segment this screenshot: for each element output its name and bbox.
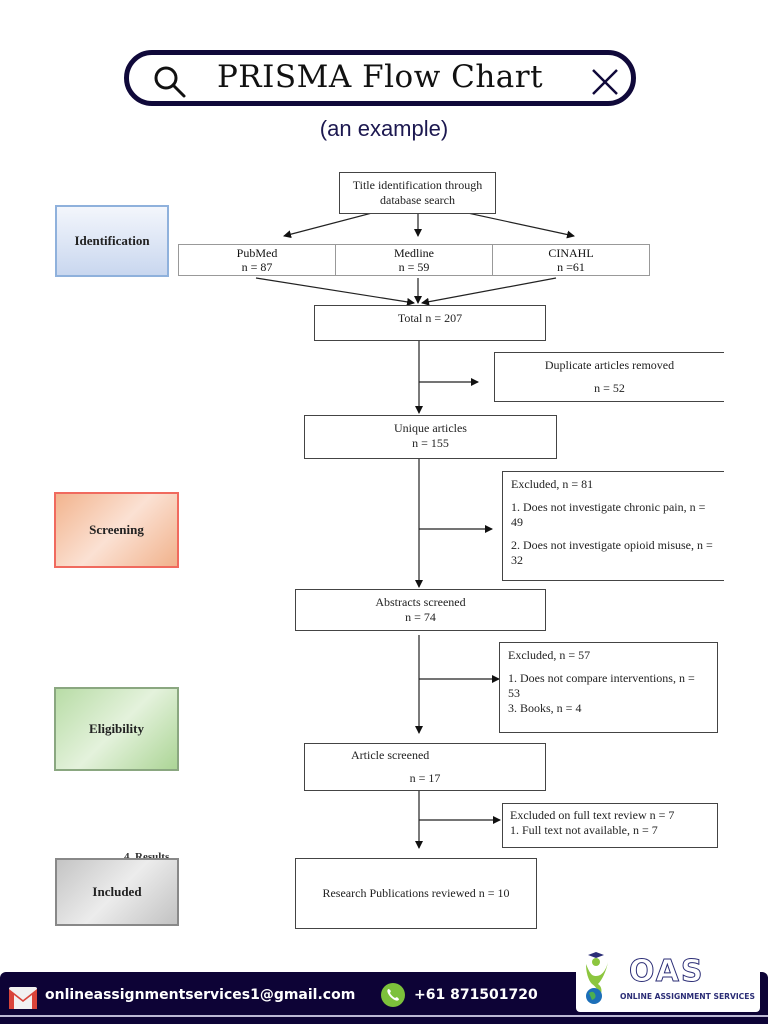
excluded-header: Excluded, n = 57 <box>508 648 591 662</box>
excluded-fulltext-box: Excluded on full text review n = 7 1. Fu… <box>502 803 718 848</box>
excluded-item: 2. Does not investigate opioid misuse, n… <box>511 538 713 567</box>
excluded-item: 3. Books, n = 4 <box>508 701 582 715</box>
logo-figure-icon <box>586 952 608 1004</box>
database-count: n = 59 <box>398 260 430 274</box>
unique-label: Unique articles <box>394 421 467 435</box>
database-name: PubMed <box>236 246 278 260</box>
stage-screening: Screening <box>54 492 179 568</box>
unique-count: n = 155 <box>412 436 449 450</box>
abstracts-count: n = 74 <box>405 610 436 624</box>
database-cinahl: CINAHL n =61 <box>493 245 649 275</box>
duplicates-label: Duplicate articles removed <box>544 358 675 372</box>
footer-bottom-strip <box>0 1017 768 1024</box>
excluded-header: Excluded on full text review n = 7 <box>510 808 675 822</box>
stage-identification: Identification <box>55 205 169 277</box>
excluded-screening-box: Excluded, n = 81 1. Does not investigate… <box>502 471 724 581</box>
final-publications-box: Research Publications reviewed n = 10 <box>295 858 537 929</box>
excluded-item: 1. Full text not available, n = 7 <box>510 823 658 837</box>
total-box: Total n = 207 <box>314 305 546 341</box>
database-name: CINAHL <box>548 246 594 260</box>
database-pubmed: PubMed n = 87 <box>179 245 336 275</box>
articles-count: n = 17 <box>409 771 441 785</box>
arrow-pubmed-total <box>255 277 415 306</box>
duplicates-box: Duplicate articles removed n = 52 <box>494 352 724 402</box>
excluded-header: Excluded, n = 81 <box>511 477 594 491</box>
database-count: n =61 <box>557 260 585 274</box>
database-row: PubMed n = 87 Medline n = 59 CINAHL n =6… <box>178 244 650 276</box>
articles-label: Article screened <box>351 748 430 762</box>
title-box-line2: database search <box>380 193 455 207</box>
logo-subtext: ONLINE ASSIGNMENT SERVICES <box>620 992 755 1001</box>
title-box-line1: Title identification through <box>352 178 483 192</box>
footer-phone[interactable]: +61 871501720 <box>414 987 538 1003</box>
abstracts-box: Abstracts screened n = 74 <box>295 589 546 631</box>
mail-icon <box>9 987 37 1009</box>
database-count: n = 87 <box>241 260 273 274</box>
footer-email[interactable]: onlineassignmentservices1@gmail.com <box>45 987 355 1003</box>
excluded-item: 1. Does not compare interventions, n = 5… <box>508 671 695 700</box>
excluded-item: 1. Does not investigate chronic pain, n … <box>511 500 706 529</box>
excluded-eligibility-box: Excluded, n = 57 1. Does not compare int… <box>499 642 718 733</box>
unique-articles-box: Unique articles n = 155 <box>304 415 557 459</box>
stage-eligibility: Eligibility <box>54 687 179 771</box>
logo-text: OAS <box>629 954 705 990</box>
title-identification-box: Title identification through database se… <box>339 172 496 214</box>
articles-box: Article screened n = 17 <box>304 743 546 791</box>
database-name: Medline <box>394 246 434 260</box>
duplicates-count: n = 52 <box>594 381 625 395</box>
arrow-cinahl-total <box>421 277 557 306</box>
stage-included: Included <box>55 858 179 926</box>
abstracts-label: Abstracts screened <box>375 595 466 609</box>
phone-icon <box>381 983 405 1007</box>
database-medline: Medline n = 59 <box>336 245 493 275</box>
